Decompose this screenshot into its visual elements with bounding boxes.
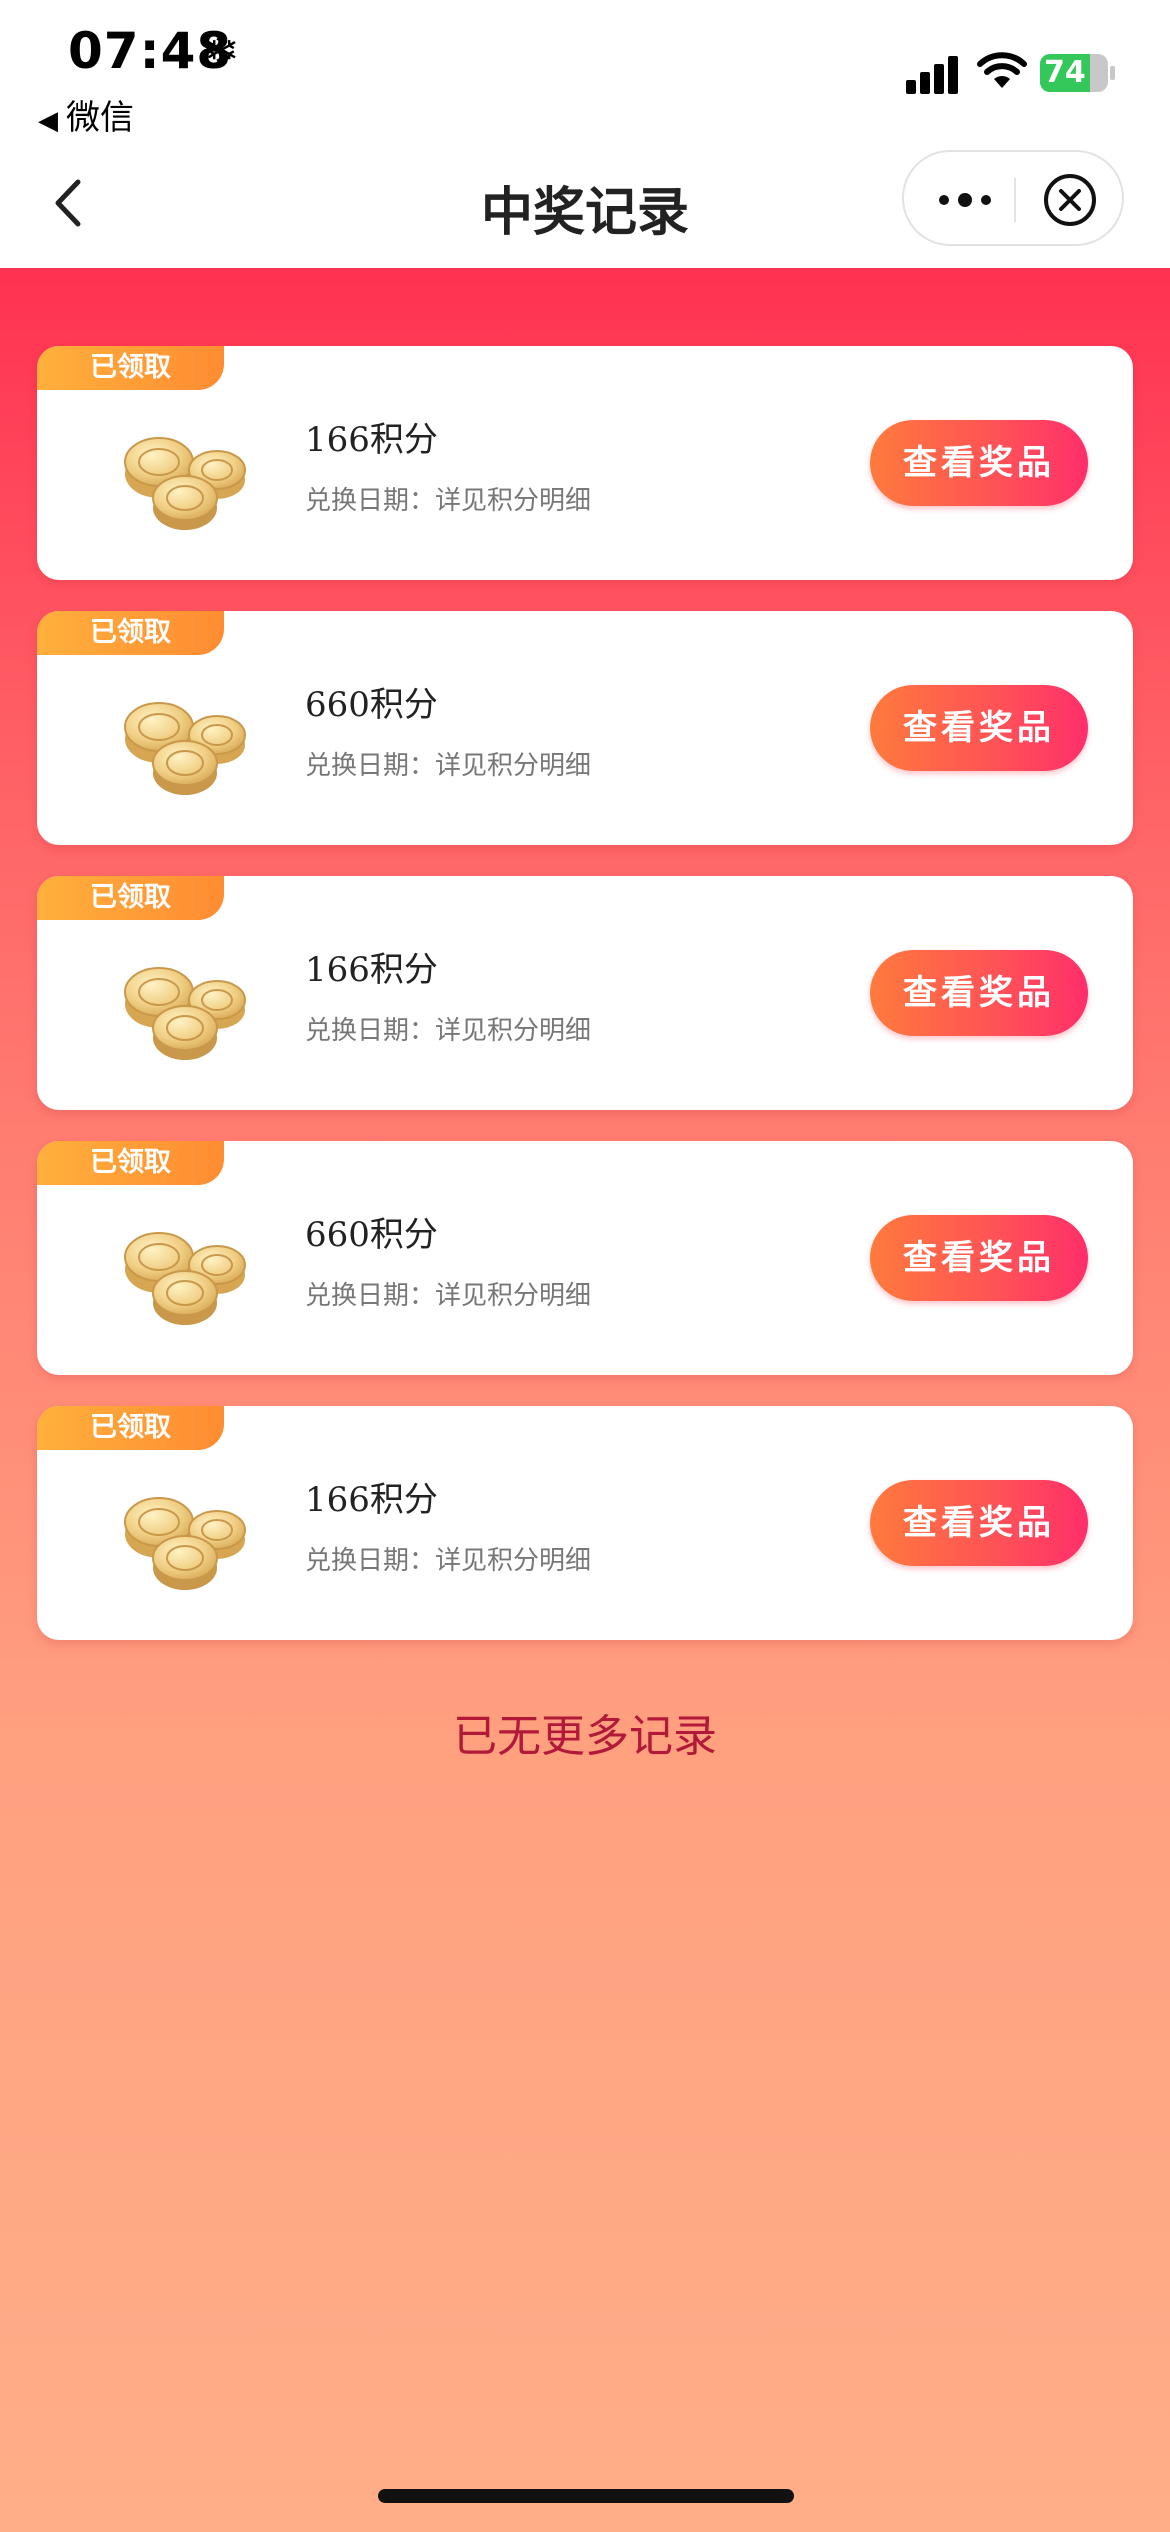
back-app-label: 微信 bbox=[66, 98, 134, 138]
record-list-area: 已领取 166积分 兑换日期：详见积分明细 查看奖品 已领取 660积分 兑换日… bbox=[0, 268, 1170, 2532]
coin-stack-icon bbox=[124, 702, 246, 795]
redeem-date: 兑换日期：详见积分明细 bbox=[305, 1016, 592, 1046]
view-prize-button[interactable]: 查看奖品 bbox=[870, 1480, 1088, 1566]
snowflake-icon: ❄ bbox=[204, 26, 240, 75]
prize-name: 660积分 bbox=[305, 685, 438, 725]
wifi-icon bbox=[977, 52, 1027, 88]
battery-percent: 74 bbox=[1044, 55, 1086, 90]
claimed-badge: 已领取 bbox=[37, 1141, 224, 1185]
view-prize-button[interactable]: 查看奖品 bbox=[870, 420, 1088, 506]
cellular-signal-icon bbox=[906, 56, 960, 94]
prize-name: 166积分 bbox=[305, 420, 438, 460]
redeem-date: 兑换日期：详见积分明细 bbox=[305, 1546, 592, 1576]
no-more-records-text: 已无更多记录 bbox=[453, 1711, 717, 1762]
prize-name: 660积分 bbox=[305, 1215, 438, 1255]
record-card: 已领取 166积分 兑换日期：详见积分明细 查看奖品 bbox=[37, 346, 1133, 580]
battery-cap bbox=[1110, 66, 1115, 80]
home-indicator[interactable] bbox=[378, 2489, 794, 2503]
nav-bar: 中奖记录 bbox=[0, 140, 1170, 268]
redeem-date: 兑换日期：详见积分明细 bbox=[305, 751, 592, 781]
back-triangle-icon: ◀ bbox=[38, 106, 58, 136]
claimed-badge: 已领取 bbox=[37, 876, 224, 920]
battery-icon: 74 bbox=[1040, 54, 1108, 92]
prize-name: 166积分 bbox=[305, 950, 438, 990]
chevron-left-icon[interactable] bbox=[40, 168, 100, 238]
claimed-badge: 已领取 bbox=[37, 1406, 224, 1450]
redeem-date: 兑换日期：详见积分明细 bbox=[305, 1281, 592, 1311]
view-prize-button[interactable]: 查看奖品 bbox=[870, 950, 1088, 1036]
prize-name: 166积分 bbox=[305, 1480, 438, 1520]
view-prize-button[interactable]: 查看奖品 bbox=[870, 1215, 1088, 1301]
record-card: 已领取 166积分 兑换日期：详见积分明细 查看奖品 bbox=[37, 876, 1133, 1110]
more-dots-icon[interactable] bbox=[930, 170, 1000, 230]
mini-program-capsule bbox=[902, 150, 1124, 246]
coin-stack-icon bbox=[124, 1497, 246, 1590]
status-bar: 07:48 ❄ ◀ 微信 74 bbox=[0, 0, 1170, 140]
coin-stack-icon bbox=[124, 1232, 246, 1325]
record-card: 已领取 660积分 兑换日期：详见积分明细 查看奖品 bbox=[37, 611, 1133, 845]
coin-stack-icon bbox=[124, 437, 246, 530]
claimed-badge: 已领取 bbox=[37, 611, 224, 655]
coin-stack-icon bbox=[124, 967, 246, 1060]
claimed-badge: 已领取 bbox=[37, 346, 224, 390]
back-to-app-link[interactable]: ◀ 微信 bbox=[38, 90, 134, 139]
record-card: 已领取 660积分 兑换日期：详见积分明细 查看奖品 bbox=[37, 1141, 1133, 1375]
capsule-divider bbox=[1014, 178, 1016, 222]
redeem-date: 兑换日期：详见积分明细 bbox=[305, 486, 592, 516]
close-circle-icon[interactable] bbox=[1042, 172, 1098, 228]
record-card: 已领取 166积分 兑换日期：详见积分明细 查看奖品 bbox=[37, 1406, 1133, 1640]
view-prize-button[interactable]: 查看奖品 bbox=[870, 685, 1088, 771]
